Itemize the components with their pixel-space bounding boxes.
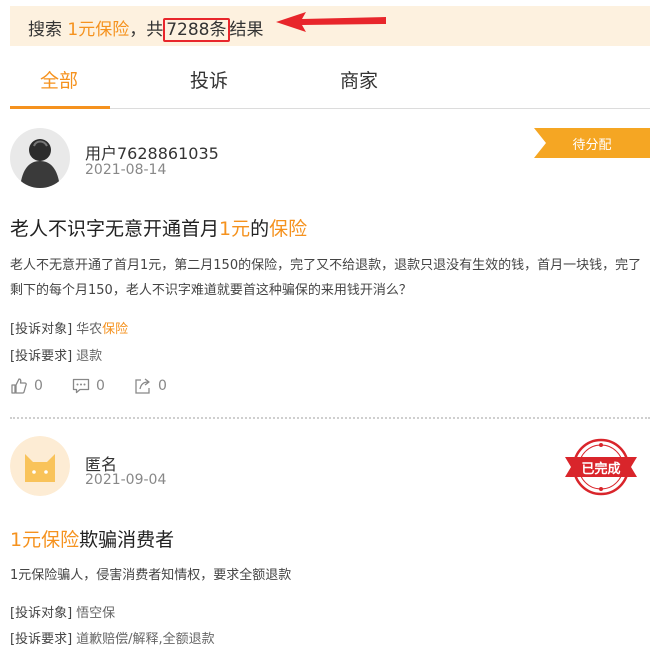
target-company[interactable]: 华农保险 [76,322,128,337]
tab-complaints[interactable]: 投诉 [190,66,228,93]
title-text: 的 [250,218,270,240]
result-tabs: 全部 投诉 商家 [10,46,650,109]
cat-avatar-icon [10,436,70,496]
search-keyword: 1元保险 [67,20,130,40]
comment-button[interactable]: 0 [72,377,105,395]
search-summary-text: 搜索 1元保险，共 7288条 结果 [28,15,264,42]
complaint-title[interactable]: 1元保险欺骗消费者 [10,525,174,552]
divider [10,417,650,419]
user-photo-icon [10,128,70,188]
thumbs-up-icon [11,378,27,394]
target-label: [投诉对象] [10,322,73,337]
result-count-highlight: 7288条 [163,18,230,42]
complaint-request: [投诉要求] 道歉赔偿/解释,全额退款 [10,628,215,647]
complaint-request: [投诉要求] 退款 [10,345,102,364]
search-mid: ，共 [129,20,164,40]
complaint-body: 老人不无意开通了首月1元，第二月150的保险，完了又不给退款，退款只退没有生效的… [10,258,642,298]
result-unit: 条 [209,20,227,40]
request-label: [投诉要求] [10,632,73,647]
target-keyword: 保险 [102,322,129,337]
like-button[interactable]: 0 [10,377,43,395]
post-date: 2021-09-04 [85,472,167,488]
comment-count: 0 [96,378,105,394]
target-company[interactable]: 悟空保 [76,606,115,621]
complaint-title[interactable]: 老人不识字无意开通首月1元的保险 [10,214,307,241]
status-label: 待分配 [572,138,612,153]
tab-merchants[interactable]: 商家 [340,66,378,93]
title-keyword: 保险 [269,218,308,240]
like-count: 0 [34,378,43,394]
share-icon [135,378,150,394]
status-badge: 已完成 [565,438,637,496]
request-value: 道歉赔偿/解释,全额退款 [76,632,215,647]
complaint-body: 1元保险骗人，侵害消费者知情权，要求全额退款 [10,568,292,583]
status-label: 已完成 [581,462,621,477]
annotation-arrow-icon [276,12,386,32]
complaint-target: [投诉对象] 华农保险 [10,318,128,337]
title-keyword: 1元保险 [10,529,80,551]
request-label: [投诉要求] [10,349,73,364]
username[interactable]: 用户7628861035 [85,140,219,164]
tab-all[interactable]: 全部 [40,66,78,93]
search-prefix: 搜索 [28,20,68,40]
post-date: 2021-08-14 [85,162,167,178]
title-text: 老人不识字无意开通首月 [10,218,220,240]
target-label: [投诉对象] [10,606,73,621]
request-value: 退款 [76,349,103,364]
active-tab-indicator [10,106,110,109]
avatar[interactable] [10,436,70,496]
result-count: 7288 [166,20,210,40]
complaint-target: [投诉对象] 悟空保 [10,602,115,621]
comment-icon [72,378,90,394]
share-button[interactable]: 0 [134,377,167,395]
status-badge: 待分配 [534,128,650,158]
avatar[interactable] [10,128,70,188]
title-text: 欺骗消费者 [79,529,175,551]
target-text: 华农 [76,322,103,337]
search-suffix: 结果 [229,20,264,40]
title-keyword: 1元 [219,218,251,240]
share-count: 0 [158,378,167,394]
